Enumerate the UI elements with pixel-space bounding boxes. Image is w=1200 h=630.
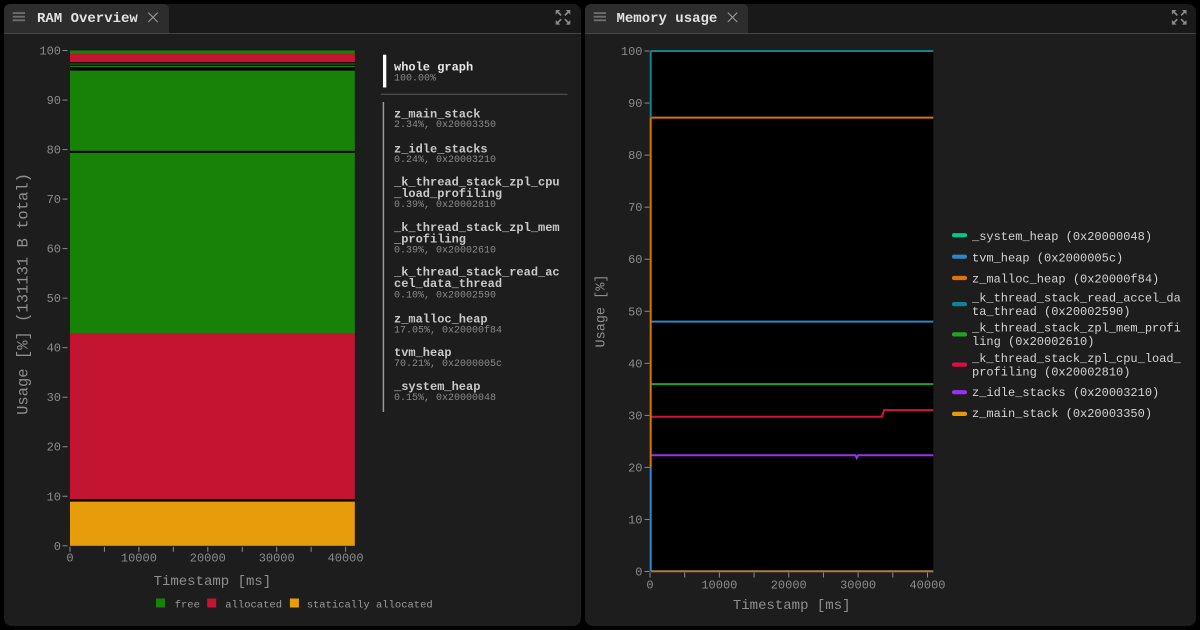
svg-text:ta_thread (0x20002590): ta_thread (0x20002590) (972, 305, 1130, 319)
svg-text:17.05%, 0x20000f84: 17.05%, 0x20000f84 (394, 325, 502, 337)
svg-text:90: 90 (47, 94, 61, 108)
svg-text:0.10%, 0x20002590: 0.10%, 0x20002590 (394, 290, 496, 301)
svg-text:10000: 10000 (121, 552, 157, 566)
svg-text:30000: 30000 (259, 552, 295, 566)
svg-text:40: 40 (628, 357, 642, 371)
svg-text:40000: 40000 (328, 552, 364, 566)
svg-text:30: 30 (47, 391, 61, 405)
svg-text:70.21%, 0x2000005c: 70.21%, 0x2000005c (394, 359, 502, 370)
svg-text:20000: 20000 (771, 579, 807, 593)
svg-text:_load_profiling: _load_profiling (393, 187, 502, 201)
svg-text:allocated: allocated (225, 600, 282, 612)
svg-text:Timestamp [ms]: Timestamp [ms] (154, 574, 272, 590)
svg-text:80: 80 (628, 149, 642, 163)
svg-text:0: 0 (635, 566, 642, 580)
svg-text:10: 10 (47, 490, 61, 504)
svg-text:30: 30 (628, 409, 642, 423)
svg-text:_k_thread_stack_zpl_cpu_load_: _k_thread_stack_zpl_cpu_load_ (971, 352, 1182, 366)
svg-text:z_idle_stacks (0x20003210): z_idle_stacks (0x20003210) (972, 386, 1159, 400)
svg-text:100: 100 (39, 45, 61, 59)
svg-text:Usage [%] (131131 B total): Usage [%] (131131 B total) (15, 173, 33, 415)
svg-text:z_malloc_heap (0x20000f84): z_malloc_heap (0x20000f84) (972, 273, 1159, 287)
svg-text:40: 40 (47, 342, 61, 356)
svg-text:0.24%, 0x20003210: 0.24%, 0x20003210 (394, 155, 496, 166)
svg-text:50: 50 (47, 292, 61, 306)
svg-text:60: 60 (628, 253, 642, 267)
svg-text:cel_data_thread: cel_data_thread (394, 277, 502, 291)
svg-text:70: 70 (628, 201, 642, 215)
svg-text:2.34%, 0x20003350: 2.34%, 0x20003350 (394, 120, 496, 131)
svg-text:30000: 30000 (840, 579, 876, 593)
svg-text:ling (0x20002610): ling (0x20002610) (972, 335, 1094, 349)
svg-text:100.00%: 100.00% (394, 73, 436, 84)
svg-text:_system_heap (0x20000048): _system_heap (0x20000048) (971, 230, 1152, 244)
svg-text:50: 50 (628, 305, 642, 319)
svg-text:tvm_heap: tvm_heap (394, 346, 452, 360)
svg-text:_system_heap: _system_heap (393, 380, 480, 394)
svg-text:0: 0 (66, 552, 73, 566)
svg-text:statically allocated: statically allocated (307, 600, 433, 612)
svg-text:free: free (175, 600, 200, 612)
svg-text:0: 0 (54, 540, 61, 554)
svg-text:z_malloc_heap: z_malloc_heap (394, 313, 488, 327)
svg-text:_k_thread_stack_read_accel_da: _k_thread_stack_read_accel_da (971, 291, 1181, 305)
svg-text:tvm_heap (0x2000005c): tvm_heap (0x2000005c) (972, 251, 1123, 265)
svg-text:80: 80 (47, 144, 61, 158)
svg-text:100: 100 (621, 45, 643, 59)
svg-text:20: 20 (47, 441, 61, 455)
svg-text:10000: 10000 (701, 579, 737, 593)
svg-text:70: 70 (47, 193, 61, 207)
svg-text:0.39%, 0x20002610: 0.39%, 0x20002610 (394, 245, 496, 256)
svg-text:Usage [%]: Usage [%] (595, 275, 610, 348)
svg-text:0: 0 (646, 579, 653, 593)
svg-text:10: 10 (628, 513, 642, 527)
svg-text:60: 60 (47, 243, 61, 257)
svg-text:_k_thread_stack_zpl_mem_profi: _k_thread_stack_zpl_mem_profi (971, 321, 1181, 335)
svg-text:profiling (0x20002810): profiling (0x20002810) (972, 365, 1130, 379)
svg-text:0.15%, 0x20000048: 0.15%, 0x20000048 (394, 393, 496, 404)
svg-text:20000: 20000 (190, 552, 226, 566)
svg-text:Timestamp [ms]: Timestamp [ms] (733, 598, 851, 614)
svg-text:40000: 40000 (909, 579, 945, 593)
svg-text:0.39%, 0x20002810: 0.39%, 0x20002810 (394, 200, 496, 211)
svg-text:90: 90 (628, 97, 642, 111)
svg-text:20: 20 (628, 461, 642, 475)
svg-text:z_main_stack (0x20003350): z_main_stack (0x20003350) (972, 407, 1152, 421)
